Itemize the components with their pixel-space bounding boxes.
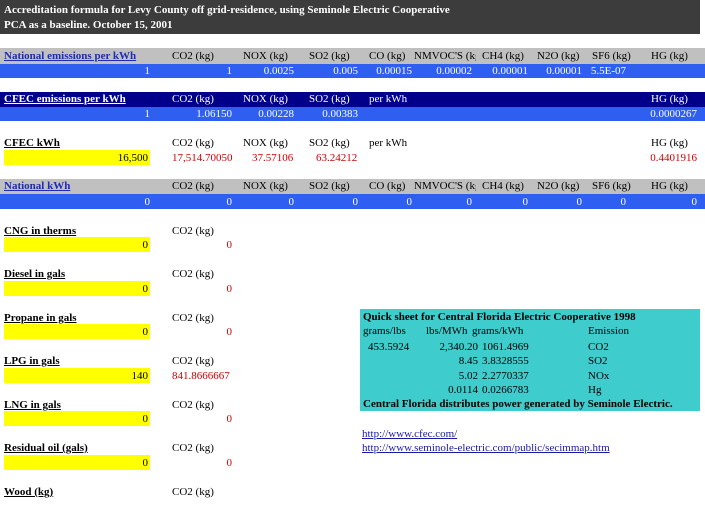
national-emissions-label: National emissions per kWh: [4, 50, 137, 62]
cfec-kwh-header-nox: NOX (kg): [243, 137, 288, 149]
cell[interactable]: 0.0025: [236, 63, 294, 79]
cell[interactable]: 0.00228: [236, 106, 294, 122]
cell[interactable]: 0: [100, 194, 151, 210]
title-line-1: Accreditation formula for Levy County of…: [4, 4, 450, 16]
cell[interactable]: 0.00015: [352, 63, 412, 79]
fuel-result-cng[interactable]: 0: [180, 237, 233, 253]
cell[interactable]: 0: [180, 194, 233, 210]
header-co: CO (kg): [369, 50, 406, 62]
fuel-label-lpg: LPG in gals: [4, 355, 60, 367]
fuel-result-residual-oil[interactable]: 0: [180, 455, 233, 471]
fuel-input-propane[interactable]: 0: [4, 324, 150, 339]
header-co2: CO2 (kg): [172, 50, 214, 62]
cfec-kwh-header-so2: SO2 (kg): [309, 137, 350, 149]
cell[interactable]: 5.5E-07: [572, 63, 626, 79]
cell[interactable]: 0: [630, 194, 698, 210]
cell[interactable]: 0: [236, 194, 295, 210]
quick-sheet-footer: Central Florida distributes power genera…: [363, 398, 673, 410]
nkwh-header-co2: CO2 (kg): [172, 180, 214, 192]
seminole-link[interactable]: http://www.seminole-electric.com/public/…: [362, 440, 610, 456]
fuel-input-cng[interactable]: 0: [4, 237, 150, 252]
cell[interactable]: 0.0000267: [630, 106, 697, 122]
cell[interactable]: 1: [100, 106, 151, 122]
cell[interactable]: 0: [470, 194, 529, 210]
nkwh-header-nmvoc: NMVOC'S (kg: [414, 180, 476, 192]
fuel-unit: CO2 (kg): [172, 486, 214, 498]
qs-header-grams-lbs: grams/lbs: [363, 325, 406, 337]
cfec-header-co2: CO2 (kg): [172, 93, 214, 105]
nkwh-header-nox: NOX (kg): [243, 180, 288, 192]
cfec-kwh-header-per-kwh: per kWh: [369, 137, 408, 149]
nkwh-header-n2o: N2O (kg): [537, 180, 580, 192]
cell[interactable]: 17,514.70050: [172, 150, 233, 166]
header-nmvoc: NMVOC'S (kg: [414, 50, 476, 62]
cell[interactable]: 0: [414, 194, 473, 210]
cfec-header-per-kwh: per kWh: [369, 93, 408, 105]
fuel-input-diesel[interactable]: 0: [4, 281, 150, 296]
nkwh-header-sf6: SF6 (kg): [592, 180, 631, 192]
fuel-input-lpg[interactable]: 140: [4, 368, 150, 383]
fuel-result-lng[interactable]: 0: [180, 411, 233, 427]
fuel-unit: CO2 (kg): [172, 268, 214, 280]
fuel-unit: CO2 (kg): [172, 442, 214, 454]
qs-header-emission: Emission: [588, 325, 629, 337]
qs-grams-cell[interactable]: 3.8328555: [482, 353, 529, 369]
qs-lbs-cell[interactable]: 8.45: [420, 353, 478, 369]
sheet-title: Accreditation formula for Levy County of…: [0, 0, 700, 34]
nkwh-header-hg: HG (kg): [651, 180, 688, 192]
fuel-input-lng[interactable]: 0: [4, 411, 150, 426]
cell[interactable]: 0: [572, 194, 627, 210]
fuel-label-wood: Wood (kg): [4, 486, 54, 498]
fuel-result-diesel[interactable]: 0: [180, 281, 233, 297]
fuel-input-residual-oil[interactable]: 0: [4, 455, 150, 470]
cfec-header-hg: HG (kg): [651, 93, 688, 105]
cfec-kwh-input[interactable]: 16,500: [4, 150, 150, 165]
nkwh-header-so2: SO2 (kg): [309, 180, 350, 192]
cell[interactable]: 0.00002: [414, 63, 472, 79]
cell[interactable]: 0: [300, 194, 359, 210]
cfec-header-so2: SO2 (kg): [309, 93, 350, 105]
header-ch4: CH4 (kg): [482, 50, 524, 62]
fuel-label-residual-oil: Residual oil (gals): [4, 442, 88, 454]
national-kwh-label: National kWh: [4, 180, 71, 192]
cfec-kwh-label: CFEC kWh: [4, 137, 60, 149]
fuel-result-lpg[interactable]: 841.8666667: [172, 368, 230, 384]
cell[interactable]: 37.57106: [252, 150, 293, 166]
cell[interactable]: 1: [100, 63, 151, 79]
cfec-kwh-header-hg: HG (kg): [651, 137, 688, 149]
fuel-label-diesel: Diesel in gals: [4, 268, 66, 280]
quick-sheet-panel: Quick sheet for Central Florida Electric…: [360, 309, 700, 411]
cell[interactable]: 63.24212: [316, 150, 357, 166]
qs-header-lbs-mwh: lbs/MWh: [426, 325, 468, 337]
cfec-header-nox: NOX (kg): [243, 93, 288, 105]
header-sf6: SF6 (kg): [592, 50, 631, 62]
cell[interactable]: 1.06150: [172, 106, 232, 122]
cell[interactable]: 0.00001: [470, 63, 528, 79]
cfec-kwh-header-co2: CO2 (kg): [172, 137, 214, 149]
cell[interactable]: 1: [180, 63, 233, 79]
fuel-result-propane[interactable]: 0: [180, 324, 233, 340]
qs-header-grams-kwh: grams/kWh: [472, 325, 524, 337]
cell[interactable]: 0.00383: [300, 106, 358, 122]
fuel-unit: CO2 (kg): [172, 355, 214, 367]
header-hg: HG (kg): [651, 50, 688, 62]
nkwh-header-ch4: CH4 (kg): [482, 180, 524, 192]
header-n2o: N2O (kg): [537, 50, 580, 62]
title-line-2: PCA as a baseline. October 15, 2001: [4, 19, 173, 31]
nkwh-header-co: CO (kg): [369, 180, 406, 192]
header-so2: SO2 (kg): [309, 50, 350, 62]
qs-emission-cell: SO2: [588, 355, 608, 367]
cell[interactable]: 0.4401916: [630, 150, 697, 166]
cell[interactable]: 0.005: [300, 63, 358, 79]
header-nox: NOX (kg): [243, 50, 288, 62]
cfec-emissions-label: CFEC emissions per kWh: [4, 93, 126, 105]
cell[interactable]: 0: [352, 194, 413, 210]
qs-grams-per-lb[interactable]: 453.5924: [368, 339, 409, 355]
